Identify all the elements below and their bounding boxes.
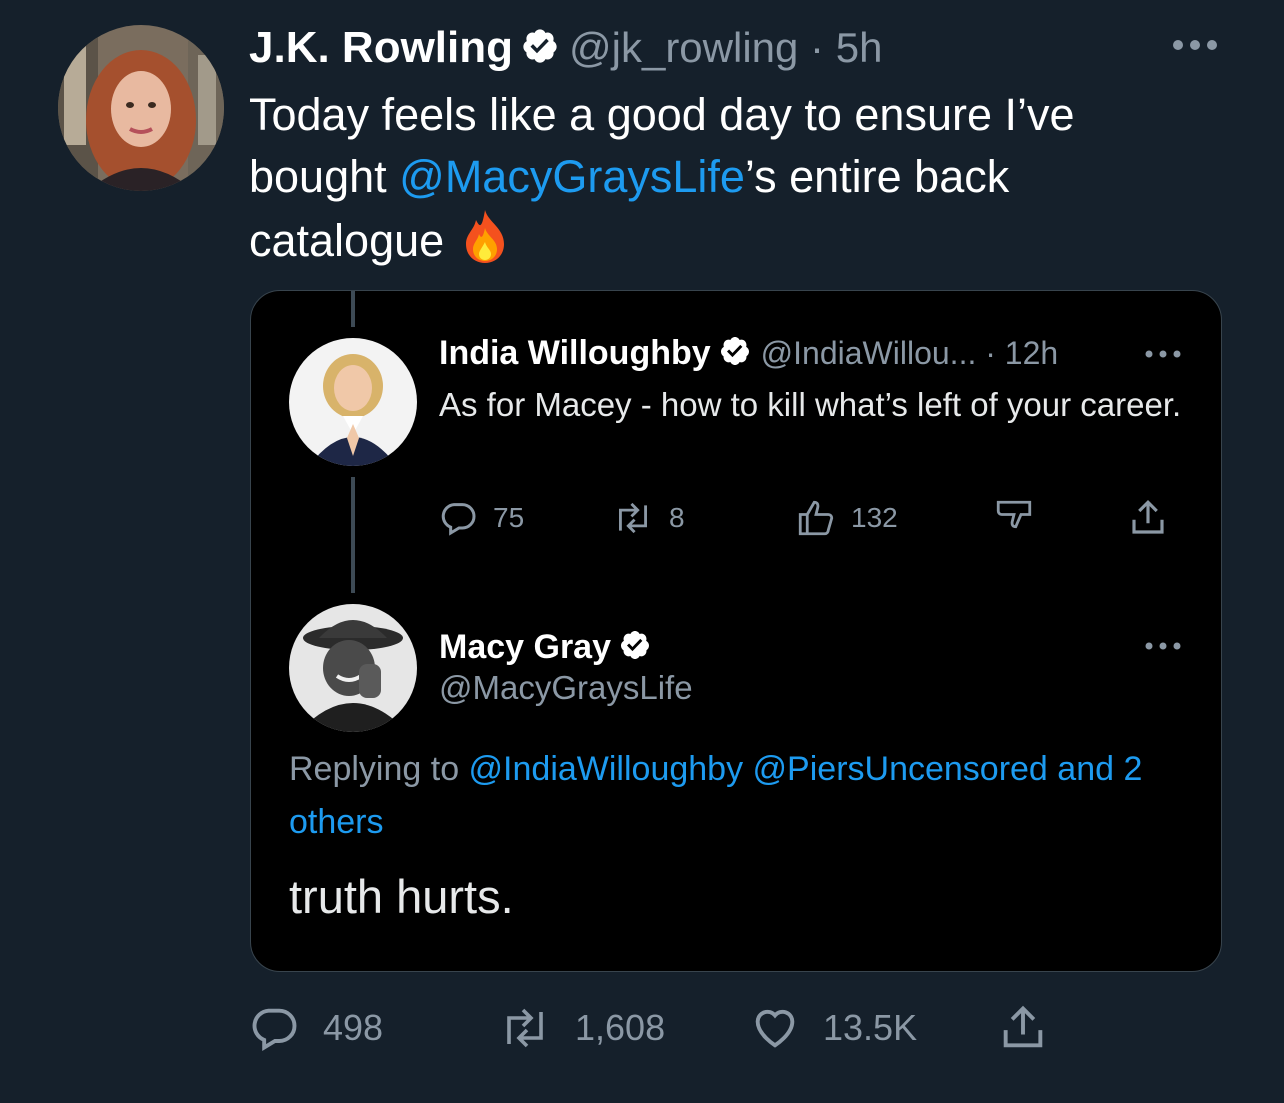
parent-tweet-header: India Willoughby @IndiaWillou... · 12h — [439, 331, 1058, 375]
reply-icon — [252, 1008, 297, 1051]
parent-share-button[interactable] — [1127, 496, 1169, 540]
verified-badge-icon — [719, 335, 751, 372]
macy-avatar[interactable] — [289, 604, 417, 732]
author-handle[interactable]: @jk_rowling · 5h — [569, 24, 882, 72]
thread-line-top — [351, 291, 355, 327]
share-icon — [1003, 1005, 1043, 1048]
reply-icon — [441, 503, 476, 536]
reply-count: 498 — [323, 1007, 384, 1048]
fire-emoji-icon — [462, 208, 508, 280]
share-button[interactable] — [997, 1000, 1049, 1056]
heart-icon — [755, 1009, 795, 1048]
retweet-icon — [619, 502, 647, 534]
verified-badge-icon — [619, 629, 651, 666]
parent-upvote-button[interactable]: 132 — [795, 496, 898, 540]
parent-reply-button[interactable]: 75 — [439, 496, 524, 540]
reply-tweet-header: Macy Gray — [439, 625, 651, 669]
replying-prefix: Replying to — [289, 750, 469, 788]
tweet-text: Today feels like a good day to ensure I’… — [249, 84, 1209, 280]
quoted-thread[interactable]: India Willoughby @IndiaWillou... · 12h A… — [250, 290, 1222, 972]
author-avatar[interactable] — [58, 25, 224, 191]
parent-retweet-count: 8 — [669, 502, 685, 533]
parent-more-options-icon[interactable] — [1143, 346, 1183, 362]
parent-reply-count: 75 — [493, 502, 525, 533]
like-count: 13.5K — [823, 1007, 918, 1048]
parent-tweet-text: As for Macey - how to kill what’s left o… — [439, 386, 1182, 423]
retweet-count: 1,608 — [575, 1007, 666, 1048]
thread-line-middle — [351, 477, 355, 593]
parent-author-handle[interactable]: @IndiaWillou... · 12h — [761, 335, 1059, 372]
author-name[interactable]: J.K. Rowling — [249, 23, 513, 73]
retweet-button[interactable]: 1,608 — [497, 1000, 665, 1056]
retweet-icon — [507, 1008, 543, 1048]
mention-link[interactable]: @MacyGraysLife — [399, 151, 745, 202]
reply-more-options-icon[interactable] — [1143, 638, 1183, 654]
reply-button[interactable]: 498 — [249, 1000, 383, 1056]
reply-author-handle[interactable]: @MacyGraysLife — [439, 669, 693, 707]
parent-author-name[interactable]: India Willoughby — [439, 334, 711, 373]
reply-author-name[interactable]: Macy Gray — [439, 628, 611, 667]
replying-to-line: Replying to @IndiaWilloughby @PiersUncen… — [289, 743, 1199, 849]
reply-tweet-text: truth hurts. — [289, 870, 514, 923]
more-options-icon[interactable] — [1170, 34, 1220, 56]
parent-action-bar: 75 8 132 — [439, 496, 1179, 540]
parent-retweet-button[interactable]: 8 — [611, 496, 685, 540]
thumbs-down-icon — [996, 500, 1032, 529]
india-avatar[interactable] — [289, 338, 417, 466]
verified-badge-icon — [521, 27, 559, 70]
tweet-action-bar: 498 1,608 13.5K — [249, 1000, 1069, 1056]
parent-upvote-count: 132 — [851, 502, 898, 533]
parent-downvote-button[interactable] — [993, 496, 1035, 540]
share-icon — [1132, 500, 1164, 534]
like-button[interactable]: 13.5K — [749, 1000, 917, 1056]
thumbs-up-icon — [798, 500, 834, 536]
tweet-header: J.K. Rowling @jk_rowling · 5h — [249, 20, 882, 76]
